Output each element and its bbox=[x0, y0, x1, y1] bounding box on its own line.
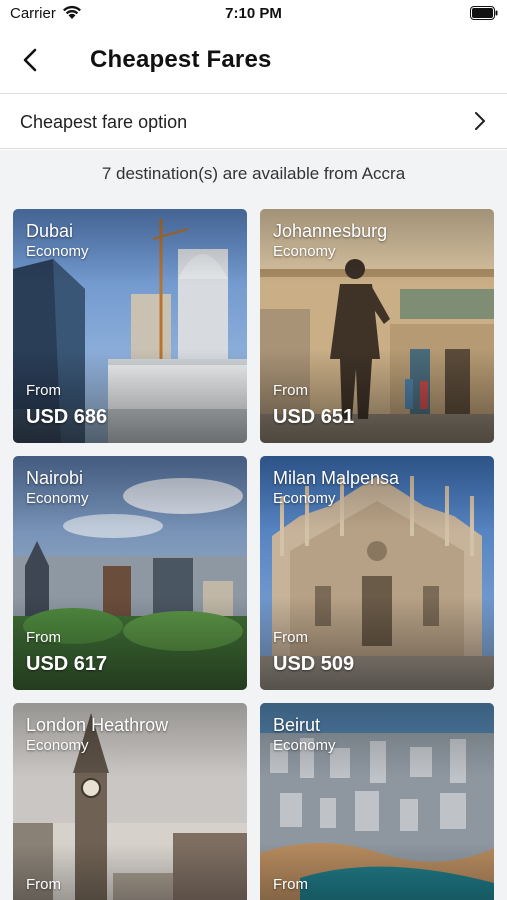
from-label: From bbox=[273, 629, 308, 646]
destination-city: Nairobi bbox=[26, 468, 84, 488]
back-button[interactable] bbox=[14, 44, 46, 76]
availability-text: 7 destination(s) are available from Accr… bbox=[101, 164, 406, 183]
cabin-class: Economy bbox=[26, 243, 89, 260]
destination-city: Milan Malpensa bbox=[273, 468, 400, 488]
fare-price: USD 509 bbox=[273, 653, 355, 675]
cabin-class: Economy bbox=[26, 737, 89, 754]
destinations-list: 7 destination(s) are available from Accr… bbox=[0, 150, 507, 900]
cheapest-fare-option-row[interactable]: Cheapest fare option bbox=[0, 95, 507, 149]
navigation-bar: Cheapest Fares bbox=[0, 30, 507, 94]
destination-card-london-heathrow[interactable]: London Heathrow Economy From bbox=[13, 703, 247, 900]
destination-city: Johannesburg bbox=[273, 221, 388, 241]
destination-city: Beirut bbox=[273, 715, 321, 735]
fare-price: USD 651 bbox=[273, 406, 355, 428]
from-label: From bbox=[273, 382, 308, 399]
cabin-class: Economy bbox=[26, 490, 89, 507]
battery-icon bbox=[470, 6, 498, 20]
fare-price: USD 686 bbox=[26, 406, 108, 428]
chevron-right-icon bbox=[475, 112, 485, 130]
cabin-class: Economy bbox=[273, 737, 336, 754]
cheapest-fare-option-label: Cheapest fare option bbox=[20, 112, 188, 132]
destination-card-johannesburg[interactable]: Johannesburg Economy From USD 651 bbox=[260, 209, 494, 443]
chevron-left-icon bbox=[23, 48, 37, 72]
destination-card-nairobi[interactable]: Nairobi Economy From USD 617 bbox=[13, 456, 247, 690]
destination-card-dubai[interactable]: Dubai Economy From USD 686 bbox=[13, 209, 247, 443]
from-label: From bbox=[26, 629, 61, 646]
from-label: From bbox=[273, 876, 308, 893]
from-label: From bbox=[26, 876, 61, 893]
destination-card-beirut[interactable]: Beirut Economy From bbox=[260, 703, 494, 900]
cabin-class: Economy bbox=[273, 243, 336, 260]
from-label: From bbox=[26, 382, 61, 399]
status-bar: Carrier 7:10 PM bbox=[0, 0, 507, 30]
clock-time: 7:10 PM bbox=[225, 5, 282, 22]
fare-price: USD 617 bbox=[26, 653, 108, 675]
cabin-class: Economy bbox=[273, 490, 336, 507]
destination-city: London Heathrow bbox=[26, 715, 169, 735]
destination-city: Dubai bbox=[26, 221, 74, 241]
page-title: Cheapest Fares bbox=[90, 46, 272, 73]
destination-card-milan-malpensa[interactable]: Milan Malpensa Economy From USD 509 bbox=[260, 456, 494, 690]
